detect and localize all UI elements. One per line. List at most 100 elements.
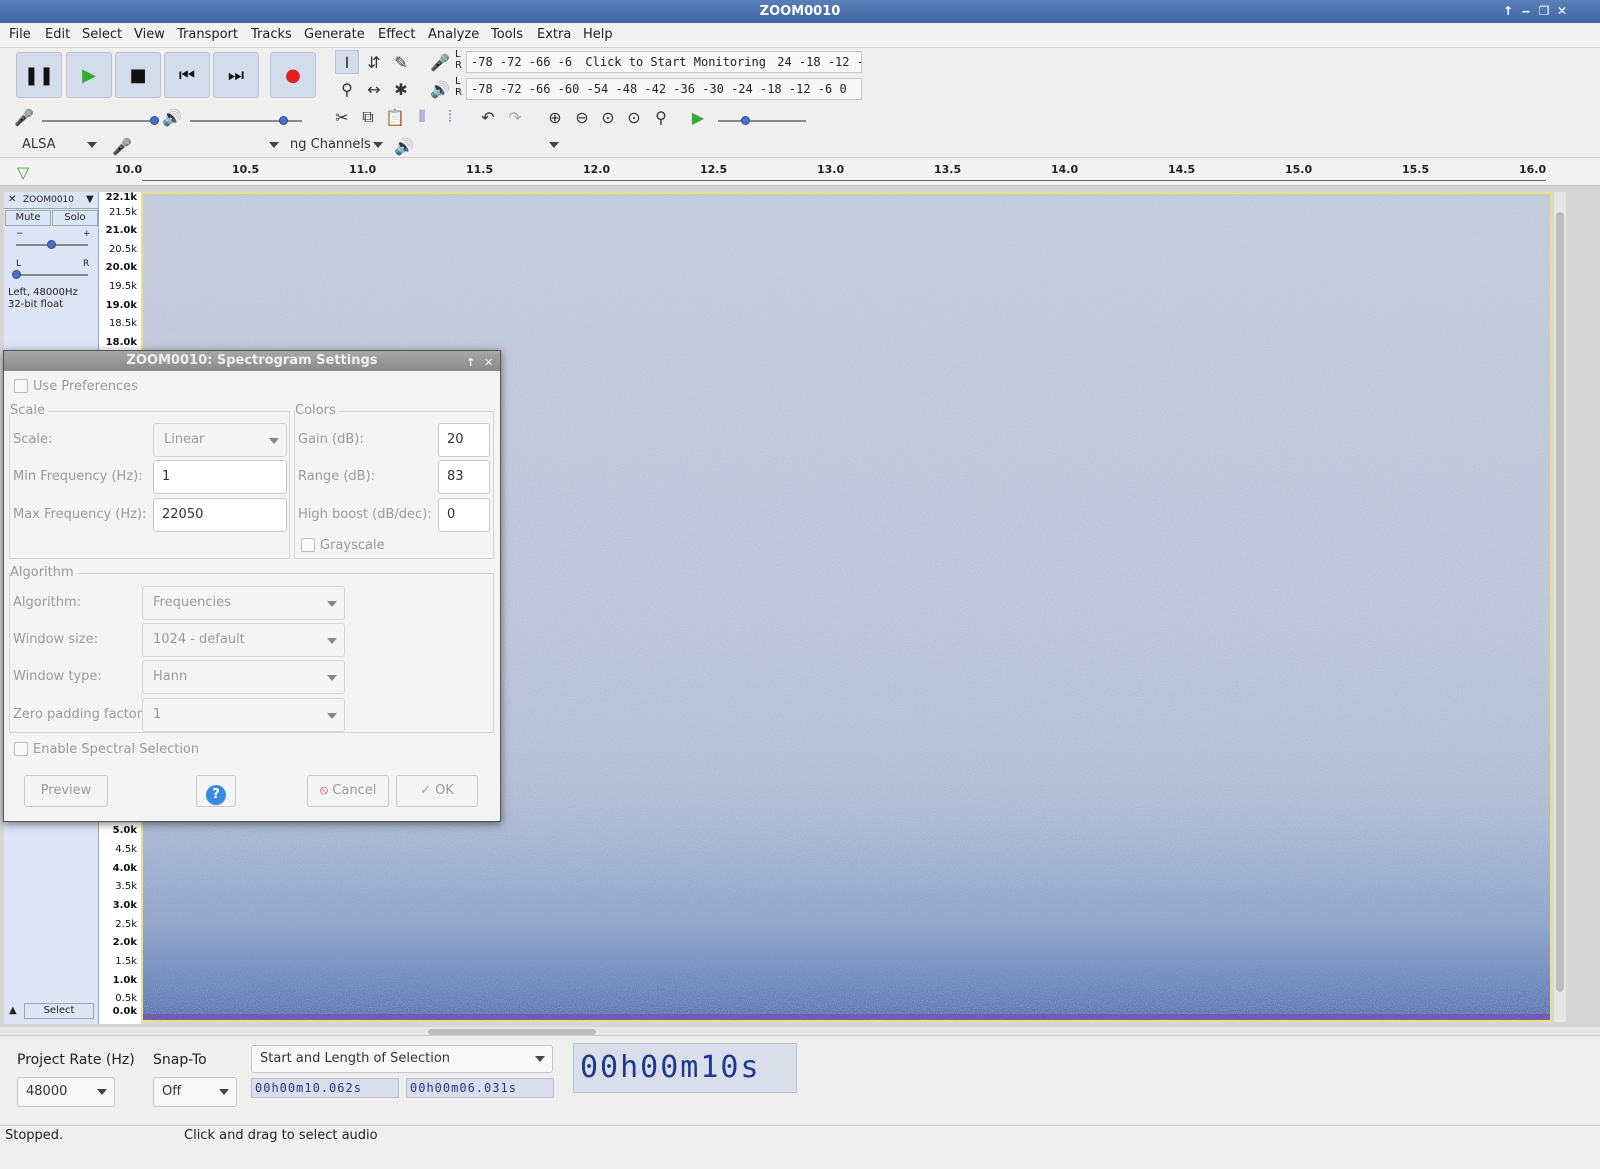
multi-tool[interactable]: ✱ bbox=[389, 77, 413, 101]
playback-meter[interactable]: -78 -72 -66 -60 -54 -48 -42 -36 -30 -24 … bbox=[466, 78, 862, 100]
output-device-select[interactable] bbox=[418, 134, 566, 158]
timeline-ruler[interactable]: ▽ 10.0 10.5 11.0 11.5 12.0 12.5 13.0 13.… bbox=[0, 160, 1600, 186]
snap-to-select[interactable]: Off bbox=[153, 1077, 237, 1107]
stop-button[interactable]: ■ bbox=[115, 52, 161, 98]
minimize-icon[interactable]: ‒ bbox=[1518, 3, 1534, 19]
host-select[interactable]: ALSA bbox=[14, 134, 104, 158]
zoom-in-icon[interactable]: ⊕ bbox=[543, 105, 567, 129]
track-pan-knob[interactable] bbox=[12, 270, 21, 279]
collapse-icon[interactable]: ▲ bbox=[9, 1005, 17, 1016]
high-boost-input[interactable]: 0 bbox=[438, 498, 490, 532]
record-button[interactable]: ● bbox=[270, 52, 316, 98]
record-icon: ● bbox=[285, 64, 301, 86]
cancel-button[interactable]: ⦸ Cancel bbox=[307, 775, 389, 807]
zoom-out-icon[interactable]: ⊖ bbox=[570, 105, 594, 129]
algorithm-group-label: Algorithm bbox=[10, 565, 77, 580]
menu-analyze[interactable]: Analyze bbox=[428, 27, 479, 42]
vertical-scroll-thumb[interactable] bbox=[1556, 212, 1564, 992]
algorithm-select[interactable]: Frequencies bbox=[142, 586, 345, 620]
playback-volume-knob[interactable] bbox=[279, 116, 288, 125]
zero-padding-select[interactable]: 1 bbox=[142, 698, 345, 732]
window-type-select[interactable]: Hann bbox=[142, 660, 345, 694]
menu-bar: File Edit Select View Transport Tracks G… bbox=[0, 23, 1600, 48]
min-frequency-input[interactable]: 1 bbox=[153, 460, 287, 494]
input-device-select[interactable] bbox=[136, 134, 286, 158]
draw-tool[interactable]: ✎ bbox=[389, 50, 413, 74]
menu-edit[interactable]: Edit bbox=[45, 27, 70, 42]
fit-selection-icon[interactable]: ⊙ bbox=[596, 105, 620, 129]
menu-transport[interactable]: Transport bbox=[177, 27, 238, 42]
menu-tools[interactable]: Tools bbox=[491, 27, 523, 42]
envelope-tool[interactable]: ⇵ bbox=[362, 50, 386, 74]
selection-tool[interactable]: I bbox=[335, 50, 359, 74]
menu-file[interactable]: File bbox=[9, 27, 31, 42]
track-name[interactable]: ZOOM0010 bbox=[23, 192, 74, 208]
play-speed-knob[interactable] bbox=[741, 116, 750, 125]
audio-position-time[interactable]: 00h00m10s bbox=[573, 1043, 797, 1093]
play-button[interactable]: ▶ bbox=[66, 52, 112, 98]
gain-input[interactable]: 20 bbox=[438, 423, 490, 457]
solo-button[interactable]: Solo bbox=[52, 210, 98, 226]
window-size-select[interactable]: 1024 - default bbox=[142, 623, 345, 657]
spectral-selection-checkbox[interactable] bbox=[14, 742, 28, 756]
help-button[interactable]: ? bbox=[196, 775, 236, 807]
track-close-icon[interactable]: ✕ bbox=[8, 192, 16, 208]
keep-above-icon[interactable]: ↑ bbox=[1500, 3, 1516, 19]
microphone-icon[interactable]: 🎤 bbox=[428, 50, 452, 74]
menu-generate[interactable]: Generate bbox=[304, 27, 365, 42]
zoom-toggle-icon[interactable]: ⚲ bbox=[649, 105, 673, 129]
ok-button[interactable]: ✓ OK bbox=[396, 775, 478, 807]
maximize-icon[interactable]: ❐ bbox=[1536, 3, 1552, 19]
zoom-tool[interactable]: ⚲ bbox=[335, 77, 359, 101]
undo-icon[interactable]: ↶ bbox=[476, 105, 500, 129]
cut-icon[interactable]: ✂ bbox=[330, 105, 354, 129]
selection-start-time[interactable]: 00h00m10.062s bbox=[251, 1078, 399, 1098]
record-meter[interactable]: -78 -72 -66 -6 Click to Start Monitoring… bbox=[466, 51, 862, 73]
grayscale-checkbox[interactable] bbox=[301, 538, 315, 552]
mute-button[interactable]: Mute bbox=[5, 210, 51, 226]
timeshift-tool[interactable]: ↔ bbox=[362, 77, 386, 101]
paste-icon[interactable]: 📋 bbox=[383, 105, 407, 129]
scale-select[interactable]: Linear bbox=[153, 423, 287, 457]
close-icon[interactable]: ✕ bbox=[1554, 3, 1570, 19]
input-device-icon: 🎤 bbox=[112, 136, 132, 156]
fit-project-icon[interactable]: ⊙ bbox=[622, 105, 646, 129]
record-meter-prompt[interactable]: Click to Start Monitoring bbox=[585, 55, 766, 69]
vertical-scrollbar[interactable] bbox=[1554, 192, 1566, 1022]
menu-select[interactable]: Select bbox=[82, 27, 122, 42]
selection-mode-select[interactable]: Start and Length of Selection bbox=[251, 1045, 553, 1073]
skip-end-icon: ⏭ bbox=[227, 64, 245, 86]
pause-button[interactable]: ❚❚ bbox=[16, 52, 62, 98]
dialog-title-bar[interactable]: ZOOM0010: Spectrogram Settings ↑ ✕ bbox=[4, 351, 500, 371]
silence-icon[interactable]: ⦙ bbox=[438, 105, 462, 129]
menu-extra[interactable]: Extra bbox=[537, 27, 571, 42]
trim-icon[interactable]: ⦀ bbox=[410, 105, 434, 129]
dialog-keep-above-icon[interactable]: ↑ bbox=[466, 353, 475, 373]
redo-icon[interactable]: ↷ bbox=[503, 105, 527, 129]
menu-effect[interactable]: Effect bbox=[378, 27, 415, 42]
track-gain-knob[interactable] bbox=[47, 240, 56, 249]
record-volume-slider[interactable] bbox=[42, 120, 154, 122]
menu-help[interactable]: Help bbox=[583, 27, 613, 42]
project-rate-select[interactable]: 48000 bbox=[17, 1077, 115, 1107]
track-pan-slider[interactable] bbox=[16, 274, 88, 276]
menu-tracks[interactable]: Tracks bbox=[251, 27, 292, 42]
preview-button[interactable]: Preview bbox=[24, 775, 108, 807]
channels-select[interactable]: ng Channels bbox=[290, 134, 390, 158]
max-frequency-input[interactable]: 22050 bbox=[153, 498, 287, 532]
play-at-speed-icon[interactable]: ▶ bbox=[686, 105, 710, 129]
menu-view[interactable]: View bbox=[134, 27, 165, 42]
track-select-button[interactable]: Select bbox=[24, 1003, 94, 1019]
speaker-icon[interactable]: 🔊 bbox=[428, 77, 452, 101]
track-menu-chevron-icon[interactable]: ▼ bbox=[86, 192, 94, 208]
copy-icon[interactable]: ⧉ bbox=[356, 105, 380, 129]
record-volume-knob[interactable] bbox=[150, 116, 159, 125]
dialog-close-icon[interactable]: ✕ bbox=[484, 353, 493, 373]
skip-end-button[interactable]: ⏭ bbox=[213, 52, 259, 98]
play-speed-slider[interactable] bbox=[718, 120, 806, 122]
range-input[interactable]: 83 bbox=[438, 460, 490, 494]
skip-start-button[interactable]: ⏮ bbox=[164, 52, 210, 98]
playhead-marker-icon[interactable]: ▽ bbox=[17, 163, 29, 182]
selection-length-time[interactable]: 00h00m06.031s bbox=[406, 1078, 554, 1098]
use-preferences-checkbox[interactable] bbox=[14, 379, 28, 393]
